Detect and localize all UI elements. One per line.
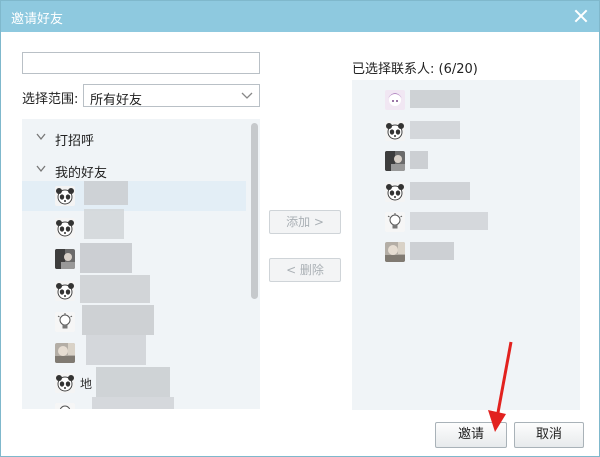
close-icon[interactable]: [571, 6, 591, 26]
friend-list-scrollbar[interactable]: [248, 119, 260, 409]
privacy-mosaic: [410, 121, 460, 139]
privacy-mosaic: [96, 367, 170, 397]
range-select[interactable]: 所有好友: [83, 84, 260, 108]
selected-contact-item[interactable]: [352, 237, 580, 267]
range-selected-value: 所有好友: [90, 93, 143, 108]
selected-contact-item[interactable]: [352, 146, 580, 176]
panda-icon: [55, 281, 75, 301]
title-bar: 邀请好友: [1, 1, 599, 32]
panda-icon: [385, 121, 405, 141]
selected-contact-item[interactable]: [352, 116, 580, 146]
group-my-friends[interactable]: 我的好友: [22, 157, 246, 183]
privacy-mosaic: [410, 242, 454, 260]
dialog-title: 邀请好友: [11, 12, 64, 27]
search-input[interactable]: [22, 52, 260, 74]
photo-avatar-icon: [385, 151, 405, 171]
selected-contacts-label: 已选择联系人: (6/20): [352, 62, 478, 77]
photo-avatar-icon: [55, 343, 75, 363]
lightbulb-icon: [55, 312, 75, 332]
privacy-mosaic: [80, 275, 150, 303]
anime-avatar-icon: [385, 90, 405, 110]
panda-icon: [55, 218, 75, 238]
contact-item[interactable]: [22, 213, 246, 243]
privacy-mosaic: [410, 182, 470, 200]
privacy-mosaic: [410, 90, 460, 108]
panda-icon: [385, 182, 405, 202]
remove-button[interactable]: < 删除: [269, 258, 341, 282]
selected-contacts-panel: [352, 80, 580, 410]
chevron-down-icon: [36, 133, 46, 141]
privacy-mosaic: [86, 335, 146, 365]
privacy-mosaic: [84, 181, 128, 205]
friend-list-panel: 打招呼 我的好友 地: [22, 119, 260, 409]
add-button[interactable]: 添加 >: [269, 210, 341, 234]
lightbulb-icon: [385, 212, 405, 232]
privacy-mosaic: [84, 209, 124, 239]
privacy-mosaic: [80, 243, 132, 273]
range-label: 选择范围:: [22, 92, 79, 107]
photo-avatar-icon: [385, 242, 405, 262]
group-name: 打招呼: [55, 134, 95, 149]
group-name: 我的好友: [55, 166, 108, 181]
selected-contact-item[interactable]: [352, 85, 580, 115]
group-greetings[interactable]: 打招呼: [22, 125, 246, 151]
privacy-mosaic: [82, 305, 154, 335]
privacy-mosaic: [410, 212, 488, 230]
invite-friends-dialog: 邀请好友 选择范围: 所有好友 打招呼 我的好友 地 添加 > < 删除 已选择…: [0, 0, 600, 457]
annotation-arrow-icon: [488, 341, 513, 432]
chevron-down-icon: [241, 92, 253, 99]
contact-name: 地: [80, 377, 93, 391]
panda-icon: [55, 373, 75, 393]
scrollbar-thumb[interactable]: [251, 123, 258, 299]
privacy-mosaic: [92, 397, 174, 409]
privacy-mosaic: [410, 151, 428, 169]
lightbulb-icon: [55, 403, 75, 409]
contact-item[interactable]: [22, 244, 246, 274]
contact-item[interactable]: [22, 181, 246, 211]
photo-avatar-icon: [55, 249, 75, 269]
panda-icon: [55, 186, 75, 206]
chevron-down-icon: [36, 165, 46, 173]
